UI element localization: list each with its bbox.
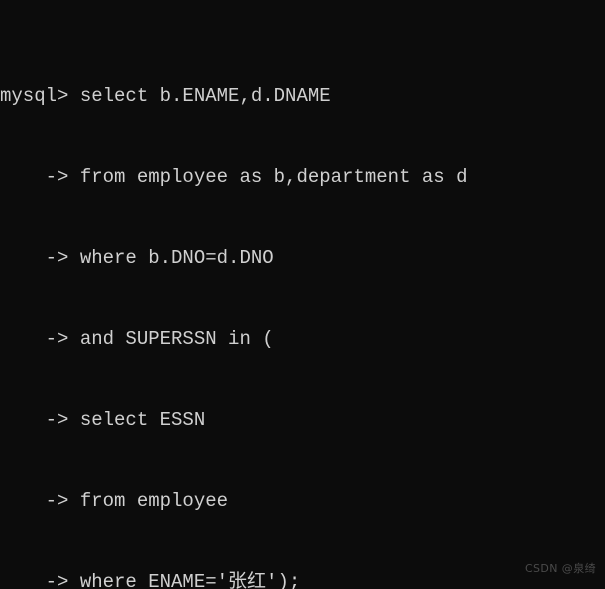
query-line-3: -> where b.DNO=d.DNO (0, 247, 274, 269)
query-line-4: -> and SUPERSSN in ( (0, 328, 274, 350)
query-line-1: mysql> select b.ENAME,d.DNAME (0, 85, 331, 107)
query-line-5: -> select ESSN (0, 409, 206, 431)
mysql-terminal-window[interactable]: mysql> select b.ENAME,d.DNAME -> from em… (0, 0, 605, 589)
terminal-screen: mysql> select b.ENAME,d.DNAME -> from em… (0, 2, 467, 589)
query-line-6: -> from employee (0, 490, 229, 512)
query-line-7: -> where ENAME='张红'); (0, 571, 301, 589)
query-line-2: -> from employee as b,department as d (0, 166, 468, 188)
csdn-watermark: CSDN @泉绮 (524, 562, 596, 575)
